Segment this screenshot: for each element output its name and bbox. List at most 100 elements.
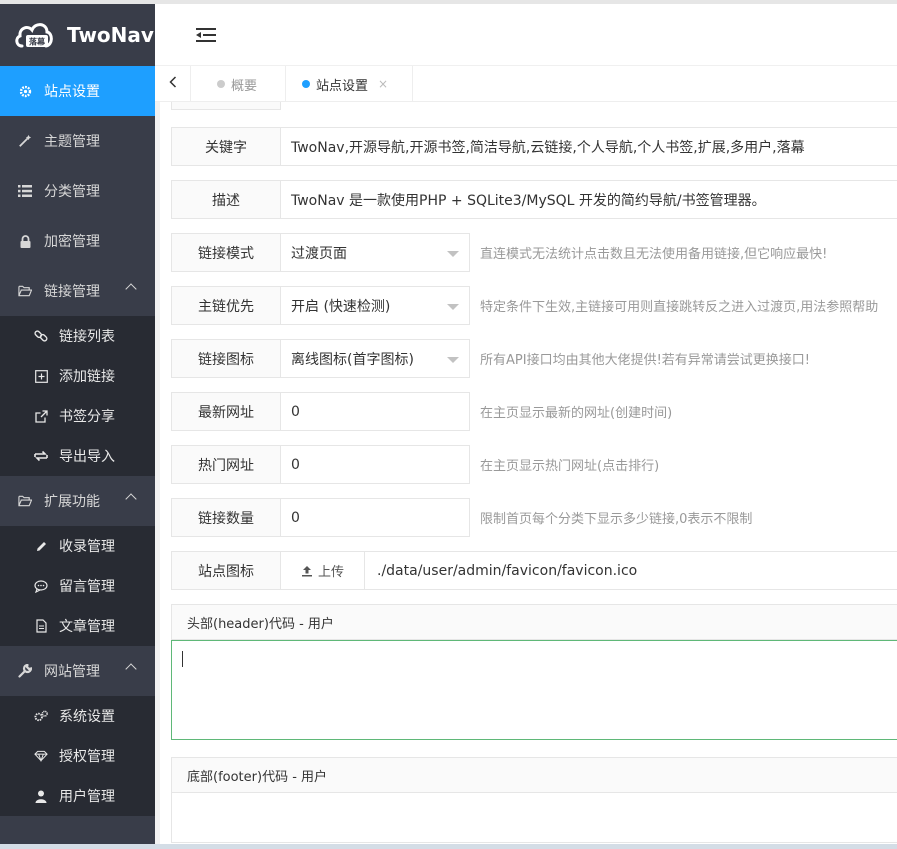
chevron-left-icon — [168, 76, 177, 92]
link-icon — [34, 329, 48, 343]
sidebar-subitem-label: 用户管理 — [59, 789, 115, 805]
logo-row[interactable]: 落幕 TwoNav — [0, 4, 155, 66]
form-hint: 在主页显示最新的网址(创建时间) — [480, 406, 673, 421]
sidebar-item-label: 站点设置 — [44, 84, 100, 100]
cogs-icon — [34, 709, 48, 723]
footer-code-textarea[interactable] — [171, 793, 897, 843]
submenu-site-management: 系统设置 授权管理 用户管理 — [0, 696, 155, 816]
sidebar-subitem-export-import[interactable]: 导出导入 — [0, 436, 155, 476]
form-label: 站点图标 — [171, 551, 281, 590]
app-title: TwoNav — [67, 23, 154, 47]
wrench-icon — [18, 664, 32, 678]
sidebar-item-extensions[interactable]: 扩展功能 — [0, 476, 155, 526]
link-count-input[interactable]: 0 — [281, 498, 470, 537]
form-row-link-mode: 链接模式 过渡页面 直连模式无法统计点击数且无法使用备用链接,但它响应最快! — [171, 233, 827, 272]
sidebar-item-theme[interactable]: 主题管理 — [0, 116, 155, 166]
external-link-icon — [34, 409, 48, 423]
tab-dot-icon — [217, 80, 225, 88]
header-code-block: 头部(header)代码 - 用户 — [171, 604, 897, 740]
form-label: 最新网址 — [171, 392, 281, 431]
sidebar-subitem-label: 添加链接 — [59, 369, 115, 385]
sidebar-item-label: 链接管理 — [44, 284, 100, 300]
chevron-up-icon — [125, 493, 137, 505]
form-hint: 限制首页每个分类下显示多少链接,0表示不限制 — [480, 512, 753, 527]
form-row-latest-urls: 最新网址 0 在主页显示最新的网址(创建时间) — [171, 392, 672, 431]
sidebar-subitem-articles[interactable]: 文章管理 — [0, 606, 155, 646]
sidebar-item-encryption[interactable]: 加密管理 — [0, 216, 155, 266]
partial-label-cell — [171, 102, 281, 110]
form-hint: 在主页显示热门网址(点击排行) — [480, 459, 660, 474]
sidebar-subitem-label: 链接列表 — [59, 329, 115, 345]
sidebar-subitem-link-list[interactable]: 链接列表 — [0, 316, 155, 356]
tab-overview[interactable]: 概要 — [191, 66, 286, 102]
keywords-input[interactable]: TwoNav,开源导航,开源书签,简洁导航,云链接,个人导航,个人书签,扩展,多… — [281, 127, 897, 166]
dropdown-caret-icon — [447, 357, 459, 363]
form-hint: 所有API接口均由其他大佬提供!若有异常请尝试更换接口! — [480, 353, 810, 368]
form-row-description: 描述 TwoNav 是一款使用PHP + SQLite3/MySQL 开发的简约… — [171, 180, 897, 219]
select-value: 过渡页面 — [291, 245, 347, 262]
lock-icon — [18, 234, 32, 248]
sidebar-item-label: 主题管理 — [44, 134, 100, 150]
latest-urls-input[interactable]: 0 — [281, 392, 470, 431]
form-hint: 直连模式无法统计点击数且无法使用备用链接,但它响应最快! — [480, 247, 828, 262]
footer-code-label: 底部(footer)代码 - 用户 — [171, 757, 897, 793]
sidebar-subitem-label: 收录管理 — [59, 539, 115, 555]
document-icon — [34, 619, 48, 633]
sidebar-item-category[interactable]: 分类管理 — [0, 166, 155, 216]
sidebar-item-label: 网站管理 — [44, 664, 100, 680]
select-value: 开启 (快速检测) — [291, 298, 391, 315]
form-label: 关键字 — [171, 127, 281, 166]
dropdown-caret-icon — [447, 251, 459, 257]
sidebar-subitem-users[interactable]: 用户管理 — [0, 776, 155, 816]
hot-urls-input[interactable]: 0 — [281, 445, 470, 484]
header-code-textarea[interactable] — [171, 640, 897, 740]
sidebar-subitem-label: 留言管理 — [59, 579, 115, 595]
header-code-label: 头部(header)代码 - 用户 — [171, 604, 897, 640]
sidebar-item-site-management[interactable]: 网站管理 — [0, 646, 155, 696]
link-icon-select[interactable]: 离线图标(首字图标) — [281, 339, 470, 378]
form-row-link-icon: 链接图标 离线图标(首字图标) 所有API接口均由其他大佬提供!若有异常请尝试更… — [171, 339, 810, 378]
footer-code-block: 底部(footer)代码 - 用户 — [171, 757, 897, 843]
folder-open-icon — [18, 284, 32, 298]
dropdown-caret-icon — [447, 304, 459, 310]
collapse-sidebar-icon[interactable] — [196, 27, 216, 47]
folder-open-icon — [18, 494, 32, 508]
sidebar-item-site-settings[interactable]: 站点设置 — [0, 66, 155, 116]
tab-label: 概要 — [231, 78, 258, 94]
sidebar-item-link-management[interactable]: 链接管理 — [0, 266, 155, 316]
form-label: 热门网址 — [171, 445, 281, 484]
link-mode-select[interactable]: 过渡页面 — [281, 233, 470, 272]
tab-dot-icon — [302, 80, 310, 88]
sidebar-subitem-system-settings[interactable]: 系统设置 — [0, 696, 155, 736]
select-value: 离线图标(首字图标) — [291, 351, 414, 368]
form-label: 链接数量 — [171, 498, 281, 537]
sidebar-subitem-license[interactable]: 授权管理 — [0, 736, 155, 776]
sidebar-subitem-bookmark-share[interactable]: 书签分享 — [0, 396, 155, 436]
tab-scroll-left-button[interactable] — [155, 66, 191, 102]
magic-wand-icon — [18, 134, 32, 148]
description-input[interactable]: TwoNav 是一款使用PHP + SQLite3/MySQL 开发的简约导航/… — [281, 180, 897, 219]
upload-button[interactable]: 上传 — [281, 551, 365, 590]
cloud-logo-icon: 落幕 — [14, 18, 54, 52]
list-icon — [18, 184, 32, 198]
gear-icon — [18, 84, 32, 98]
exchange-icon — [34, 449, 48, 463]
sidebar-subitem-label: 文章管理 — [59, 619, 115, 635]
submenu-extensions: 收录管理 留言管理 文章管理 — [0, 526, 155, 646]
upload-icon — [301, 565, 313, 577]
settings-card: 关键字 TwoNav,开源导航,开源书签,简洁导航,云链接,个人导航,个人书签,… — [160, 102, 897, 849]
close-tab-icon[interactable]: × — [378, 77, 388, 91]
chevron-up-icon — [125, 663, 137, 675]
main-link-priority-select[interactable]: 开启 (快速检测) — [281, 286, 470, 325]
tab-bar: 概要 站点设置 × — [155, 66, 897, 102]
form-label: 主链优先 — [171, 286, 281, 325]
sidebar-subitem-collection[interactable]: 收录管理 — [0, 526, 155, 566]
sidebar-item-label: 分类管理 — [44, 184, 100, 200]
window-bottom-edge — [0, 844, 897, 849]
sidebar-subitem-label: 系统设置 — [59, 709, 115, 725]
sidebar-subitem-add-link[interactable]: 添加链接 — [0, 356, 155, 396]
tab-site-settings[interactable]: 站点设置 × — [286, 66, 413, 102]
sidebar-subitem-messages[interactable]: 留言管理 — [0, 566, 155, 606]
pencil-icon — [34, 539, 48, 553]
submenu-link-management: 链接列表 添加链接 书签分享 导出导入 — [0, 316, 155, 476]
